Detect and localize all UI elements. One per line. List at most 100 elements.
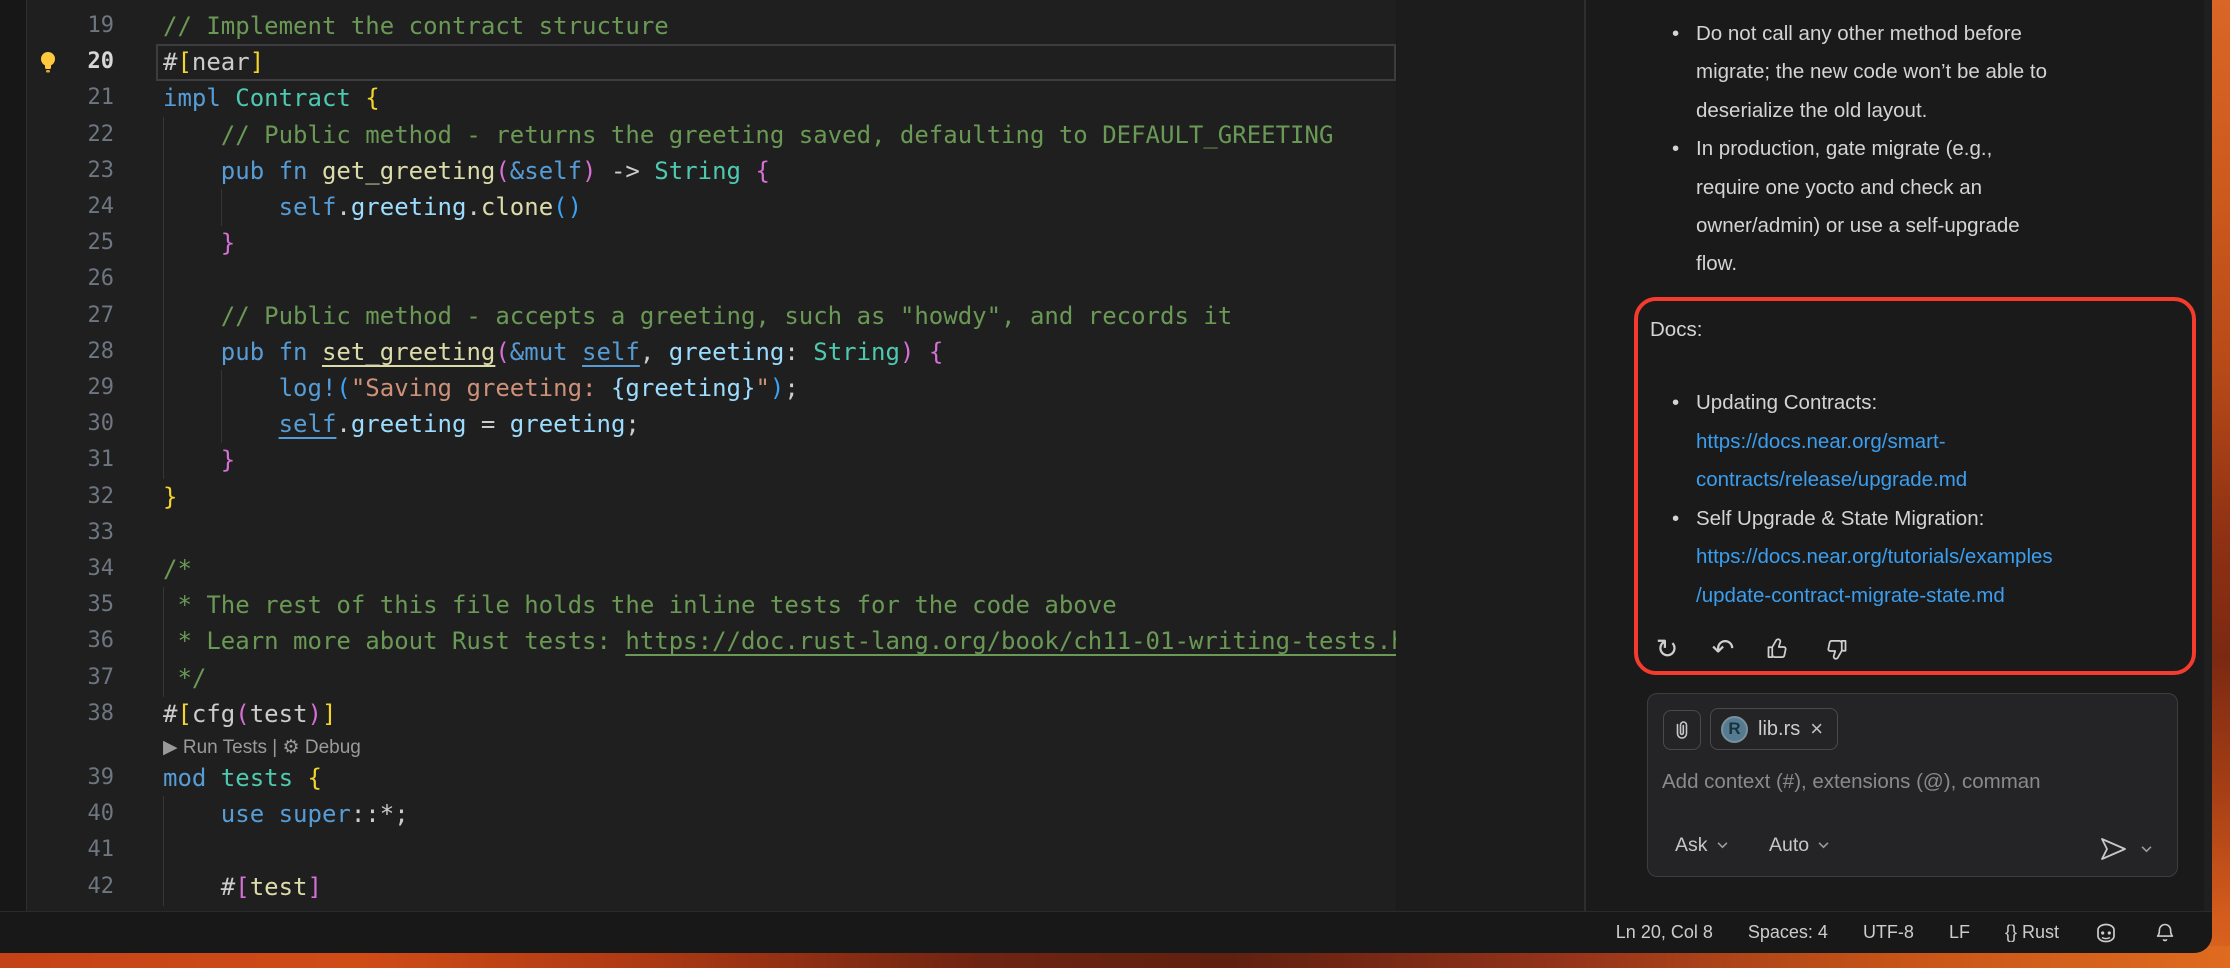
line-number[interactable]: 24 (58, 189, 114, 225)
code-line-19[interactable]: 19// Implement the contract structure (28, 8, 1396, 45)
docs-link[interactable]: contracts/release/upgrade.md (1696, 460, 1967, 499)
docs-link[interactable]: https://docs.near.org/smart- (1696, 422, 1946, 461)
code-line-37[interactable]: 37 */ (28, 660, 1396, 697)
undo-icon[interactable]: ↶ (1708, 634, 1738, 664)
status-item[interactable]: Ln 20, Col 8 (1616, 922, 1713, 943)
code-line-42[interactable]: 42 #[test] (28, 869, 1396, 906)
docs-line: https://docs.near.org/tutorials/examples (1586, 537, 2186, 576)
docs-text: Updating Contracts: (1696, 383, 1877, 422)
context-chip-label: lib.rs (1758, 718, 1800, 741)
code-line-34[interactable]: 34 /* (28, 551, 1396, 588)
close-icon[interactable]: × (1810, 716, 1823, 742)
code-line-23[interactable]: 23 pub fn get_greeting(&self) -> String … (28, 153, 1396, 190)
code-line-26[interactable]: 26 (28, 261, 1396, 298)
line-number[interactable]: 41 (58, 832, 114, 868)
line-number[interactable]: 38 (58, 696, 114, 732)
context-chip-librs[interactable]: R lib.rs × (1710, 708, 1838, 750)
code-line-32[interactable]: 32} (28, 479, 1396, 516)
chat-input-placeholder[interactable]: Add context (#), extensions (@), comman (1662, 770, 2167, 794)
chat-message-line: owner/admin) or use a self-upgrade (1586, 206, 2186, 245)
line-number[interactable]: 20 (58, 44, 114, 80)
status-item[interactable]: UTF-8 (1863, 922, 1914, 943)
line-number[interactable]: 39 (58, 760, 114, 796)
line-number[interactable]: 30 (58, 406, 114, 442)
line-number[interactable]: 23 (58, 153, 114, 189)
send-options-chevron-icon[interactable] (2140, 845, 2153, 853)
bullet-icon: • (1672, 383, 1679, 422)
line-number[interactable]: 42 (58, 869, 114, 905)
docs-link[interactable]: /update-contract-migrate-state.md (1696, 576, 2005, 615)
code-line-30[interactable]: 30 self.greeting = greeting; (28, 406, 1396, 443)
status-item[interactable]: {} Rust (2005, 922, 2059, 943)
code-text: // Public method - returns the greeting … (163, 117, 1333, 153)
line-number[interactable]: 32 (58, 479, 114, 515)
line-number[interactable]: 22 (58, 117, 114, 153)
editor-left-margin (0, 0, 27, 911)
code-line-38[interactable]: 38#[cfg(test)] (28, 696, 1396, 733)
model-dropdown[interactable]: Auto (1769, 830, 1830, 860)
mode-dropdown[interactable]: Ask (1675, 830, 1729, 860)
code-line-27[interactable]: 27 // Public method - accepts a greeting… (28, 298, 1396, 335)
code-line-33[interactable]: 33 (28, 515, 1396, 552)
chat-message-text: migrate; the new code won’t be able to (1696, 52, 2047, 91)
chat-message-line: migrate; the new code won’t be able to (1586, 52, 2186, 91)
line-number[interactable]: 36 (58, 623, 114, 659)
chat-input-box[interactable]: R lib.rs × Add context (#), extensions (… (1647, 693, 2178, 877)
line-number[interactable]: 19 (58, 8, 114, 44)
line-number[interactable]: 21 (58, 80, 114, 116)
code-text: impl Contract { (163, 80, 380, 116)
code-line-22[interactable]: 22 // Public method - returns the greeti… (28, 117, 1396, 154)
line-number[interactable]: 35 (58, 587, 114, 623)
code-line-41[interactable]: 41 (28, 832, 1396, 869)
thumbs-down-icon[interactable] (1820, 634, 1850, 664)
code-line-36[interactable]: 36 * Learn more about Rust tests: https:… (28, 623, 1396, 660)
chat-message-text: deserialize the old layout. (1696, 91, 1927, 130)
code-line-24[interactable]: 24 self.greeting.clone() (28, 189, 1396, 226)
thumbs-up-icon[interactable] (1764, 634, 1794, 664)
chat-message-text: flow. (1696, 244, 1737, 283)
docs-line: https://docs.near.org/smart- (1586, 422, 2186, 461)
code-text: self.greeting.clone() (163, 189, 582, 225)
code-editor[interactable]: 19// Implement the contract structure20 #… (28, 0, 1396, 911)
line-number[interactable]: 37 (58, 660, 114, 696)
line-number[interactable]: 33 (58, 515, 114, 551)
codelens-debug[interactable]: ⚙ Debug (283, 737, 361, 758)
line-number[interactable]: 27 (58, 298, 114, 334)
code-text: /* (163, 551, 192, 587)
send-button[interactable] (2098, 836, 2128, 862)
code-line-28[interactable]: 28 pub fn set_greeting(&mut self, greeti… (28, 334, 1396, 371)
line-number[interactable]: 29 (58, 370, 114, 406)
code-line-35[interactable]: 35 * The rest of this file holds the inl… (28, 587, 1396, 624)
code-line-21[interactable]: 21 impl Contract { (28, 80, 1396, 117)
code-line-39[interactable]: 39mod tests { (28, 760, 1396, 797)
attach-button[interactable] (1663, 710, 1701, 750)
notifications-bell-icon[interactable] (2153, 921, 2177, 945)
code-text: } (163, 442, 235, 478)
chat-panel: •Do not call any other method beforemigr… (1586, 0, 2204, 911)
chat-message-line: •Do not call any other method before (1586, 14, 2186, 53)
code-line-40[interactable]: 40 use super::*; (28, 796, 1396, 833)
code-line-20[interactable]: 20 #[near] (28, 44, 1396, 81)
line-number[interactable]: 26 (58, 261, 114, 297)
line-number[interactable]: 31 (58, 442, 114, 478)
status-item[interactable]: Spaces: 4 (1748, 922, 1828, 943)
code-line-25[interactable]: 25 } (28, 225, 1396, 262)
indent-guide (163, 832, 164, 869)
line-number[interactable]: 34 (58, 551, 114, 587)
code-line-31[interactable]: 31 } (28, 442, 1396, 479)
bullet-icon: • (1672, 499, 1679, 538)
refresh-icon[interactable]: ↻ (1652, 634, 1682, 664)
line-number[interactable]: 40 (58, 796, 114, 832)
line-number[interactable]: 28 (58, 334, 114, 370)
status-item[interactable]: LF (1949, 922, 1970, 943)
code-text: * The rest of this file holds the inline… (163, 587, 1117, 623)
code-text: #[near] (163, 44, 264, 80)
codelens-run-tests[interactable]: ▶ Run Tests (163, 737, 267, 758)
minimap[interactable] (1396, 0, 1584, 911)
code-link[interactable]: https://doc.rust-lang.org/book/ch11-01-w… (625, 627, 1405, 655)
line-number[interactable]: 25 (58, 225, 114, 261)
chevron-down-icon (1817, 841, 1830, 849)
docs-link[interactable]: https://docs.near.org/tutorials/examples (1696, 537, 2053, 576)
code-line-29[interactable]: 29 log!("Saving greeting: {greeting}"); (28, 370, 1396, 407)
copilot-icon[interactable] (2094, 921, 2118, 945)
